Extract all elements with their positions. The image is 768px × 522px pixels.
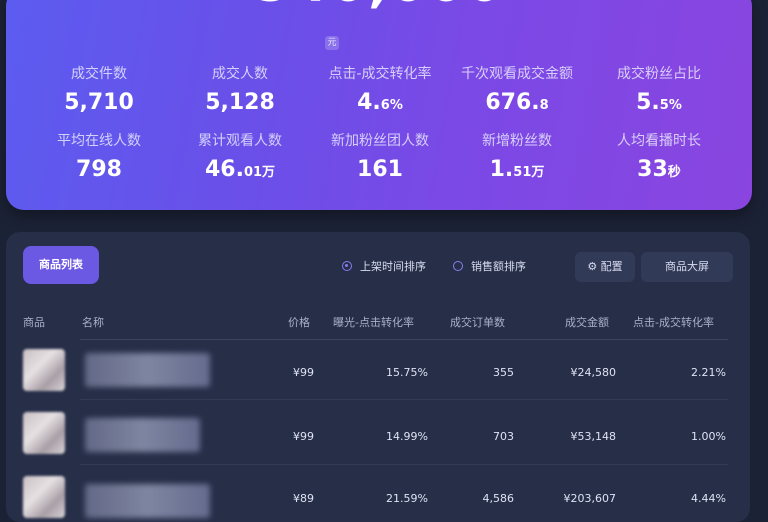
stat-value: 46.01万: [204, 157, 276, 182]
ctr-cell: 21.59%: [386, 492, 428, 505]
config-button[interactable]: ⚙ 配置: [575, 252, 635, 282]
stat-new-fans: 新增粉丝数 1.51万: [442, 130, 592, 182]
stat-value: 798: [76, 157, 122, 182]
stat-label: 人均看播时长: [617, 133, 701, 149]
stat-value: 5,128: [205, 90, 275, 115]
cvr-cell: 2.21%: [691, 366, 726, 379]
col-exposure-click-rate: 曝光-点击转化率: [333, 316, 414, 329]
col-amount: 成交金额: [565, 316, 609, 329]
stat-label: 平均在线人数: [57, 133, 141, 149]
stat-value: 4.6%: [357, 90, 403, 115]
amount-cell: ¥24,580: [570, 366, 617, 379]
radio-selected-icon: [342, 261, 352, 271]
stat-value: 33秒: [637, 157, 681, 182]
product-fullscreen-button[interactable]: 商品大屏: [641, 252, 733, 282]
amount-cell: ¥53,148: [570, 430, 617, 443]
stat-value: 5,710: [64, 90, 134, 115]
stat-label: 成交人数: [212, 66, 268, 82]
orders-cell: 355: [493, 366, 514, 379]
stat-new-fan-club: 新加粉丝团人数 161: [305, 130, 455, 182]
radio-icon: [453, 261, 463, 271]
product-thumbnail: [23, 349, 65, 391]
product-list-tab[interactable]: 商品列表: [23, 246, 99, 284]
sort-label: 销售额排序: [471, 260, 526, 273]
product-name-redacted: [85, 484, 210, 518]
stat-total-views: 累计观看人数 46.01万: [165, 130, 315, 182]
product-thumbnail: [23, 476, 65, 518]
stat-label: 累计观看人数: [198, 133, 282, 149]
amount-cell: ¥203,607: [563, 492, 617, 505]
stat-label: 新增粉丝数: [482, 133, 552, 149]
stat-label: 成交粉丝占比: [617, 66, 701, 82]
stat-fan-ratio: 成交粉丝占比 5.5%: [584, 63, 734, 115]
stat-value: 676.8: [485, 90, 549, 115]
orders-cell: 703: [493, 430, 514, 443]
stat-value: 161: [357, 157, 403, 182]
header-divider: [80, 339, 728, 340]
stat-label: 点击-成交转化率: [328, 66, 432, 82]
stat-avg-online: 平均在线人数 798: [24, 130, 174, 182]
gmv-value: 540,000: [6, 0, 752, 14]
stat-avg-watch-time: 人均看播时长 33秒: [584, 130, 734, 182]
product-name-redacted: [85, 353, 210, 387]
stat-orders: 成交件数 5,710: [24, 63, 174, 115]
price-cell: ¥89: [293, 492, 314, 505]
row-divider: [80, 399, 728, 400]
stat-buyers: 成交人数 5,128: [165, 63, 315, 115]
col-product: 商品: [23, 316, 45, 329]
product-thumbnail: [23, 412, 65, 454]
col-orders: 成交订单数: [450, 316, 505, 329]
col-click-conversion: 点击-成交转化率: [633, 316, 714, 329]
orders-cell: 4,586: [482, 492, 515, 505]
stat-gpm: 千次观看成交金额 676.8: [442, 63, 592, 115]
gmv-unit: 元: [325, 36, 339, 50]
stat-label: 千次观看成交金额: [461, 66, 573, 82]
sort-by-sales[interactable]: 销售额排序: [453, 258, 526, 274]
sort-by-listing-time[interactable]: 上架时间排序: [342, 258, 426, 274]
row-divider: [80, 464, 728, 465]
stat-click-conversion: 点击-成交转化率 4.6%: [305, 63, 455, 115]
ctr-cell: 15.75%: [386, 366, 428, 379]
col-price: 价格: [288, 316, 310, 329]
sort-label: 上架时间排序: [360, 260, 426, 273]
cvr-cell: 4.44%: [691, 492, 726, 505]
ctr-cell: 14.99%: [386, 430, 428, 443]
stat-label: 成交件数: [71, 66, 127, 82]
stat-value: 5.5%: [636, 90, 682, 115]
price-cell: ¥99: [293, 366, 314, 379]
stat-label: 新加粉丝团人数: [331, 133, 429, 149]
col-name: 名称: [82, 316, 104, 329]
stat-value: 1.51万: [489, 157, 545, 182]
cvr-cell: 1.00%: [691, 430, 726, 443]
price-cell: ¥99: [293, 430, 314, 443]
product-name-redacted: [85, 418, 200, 452]
